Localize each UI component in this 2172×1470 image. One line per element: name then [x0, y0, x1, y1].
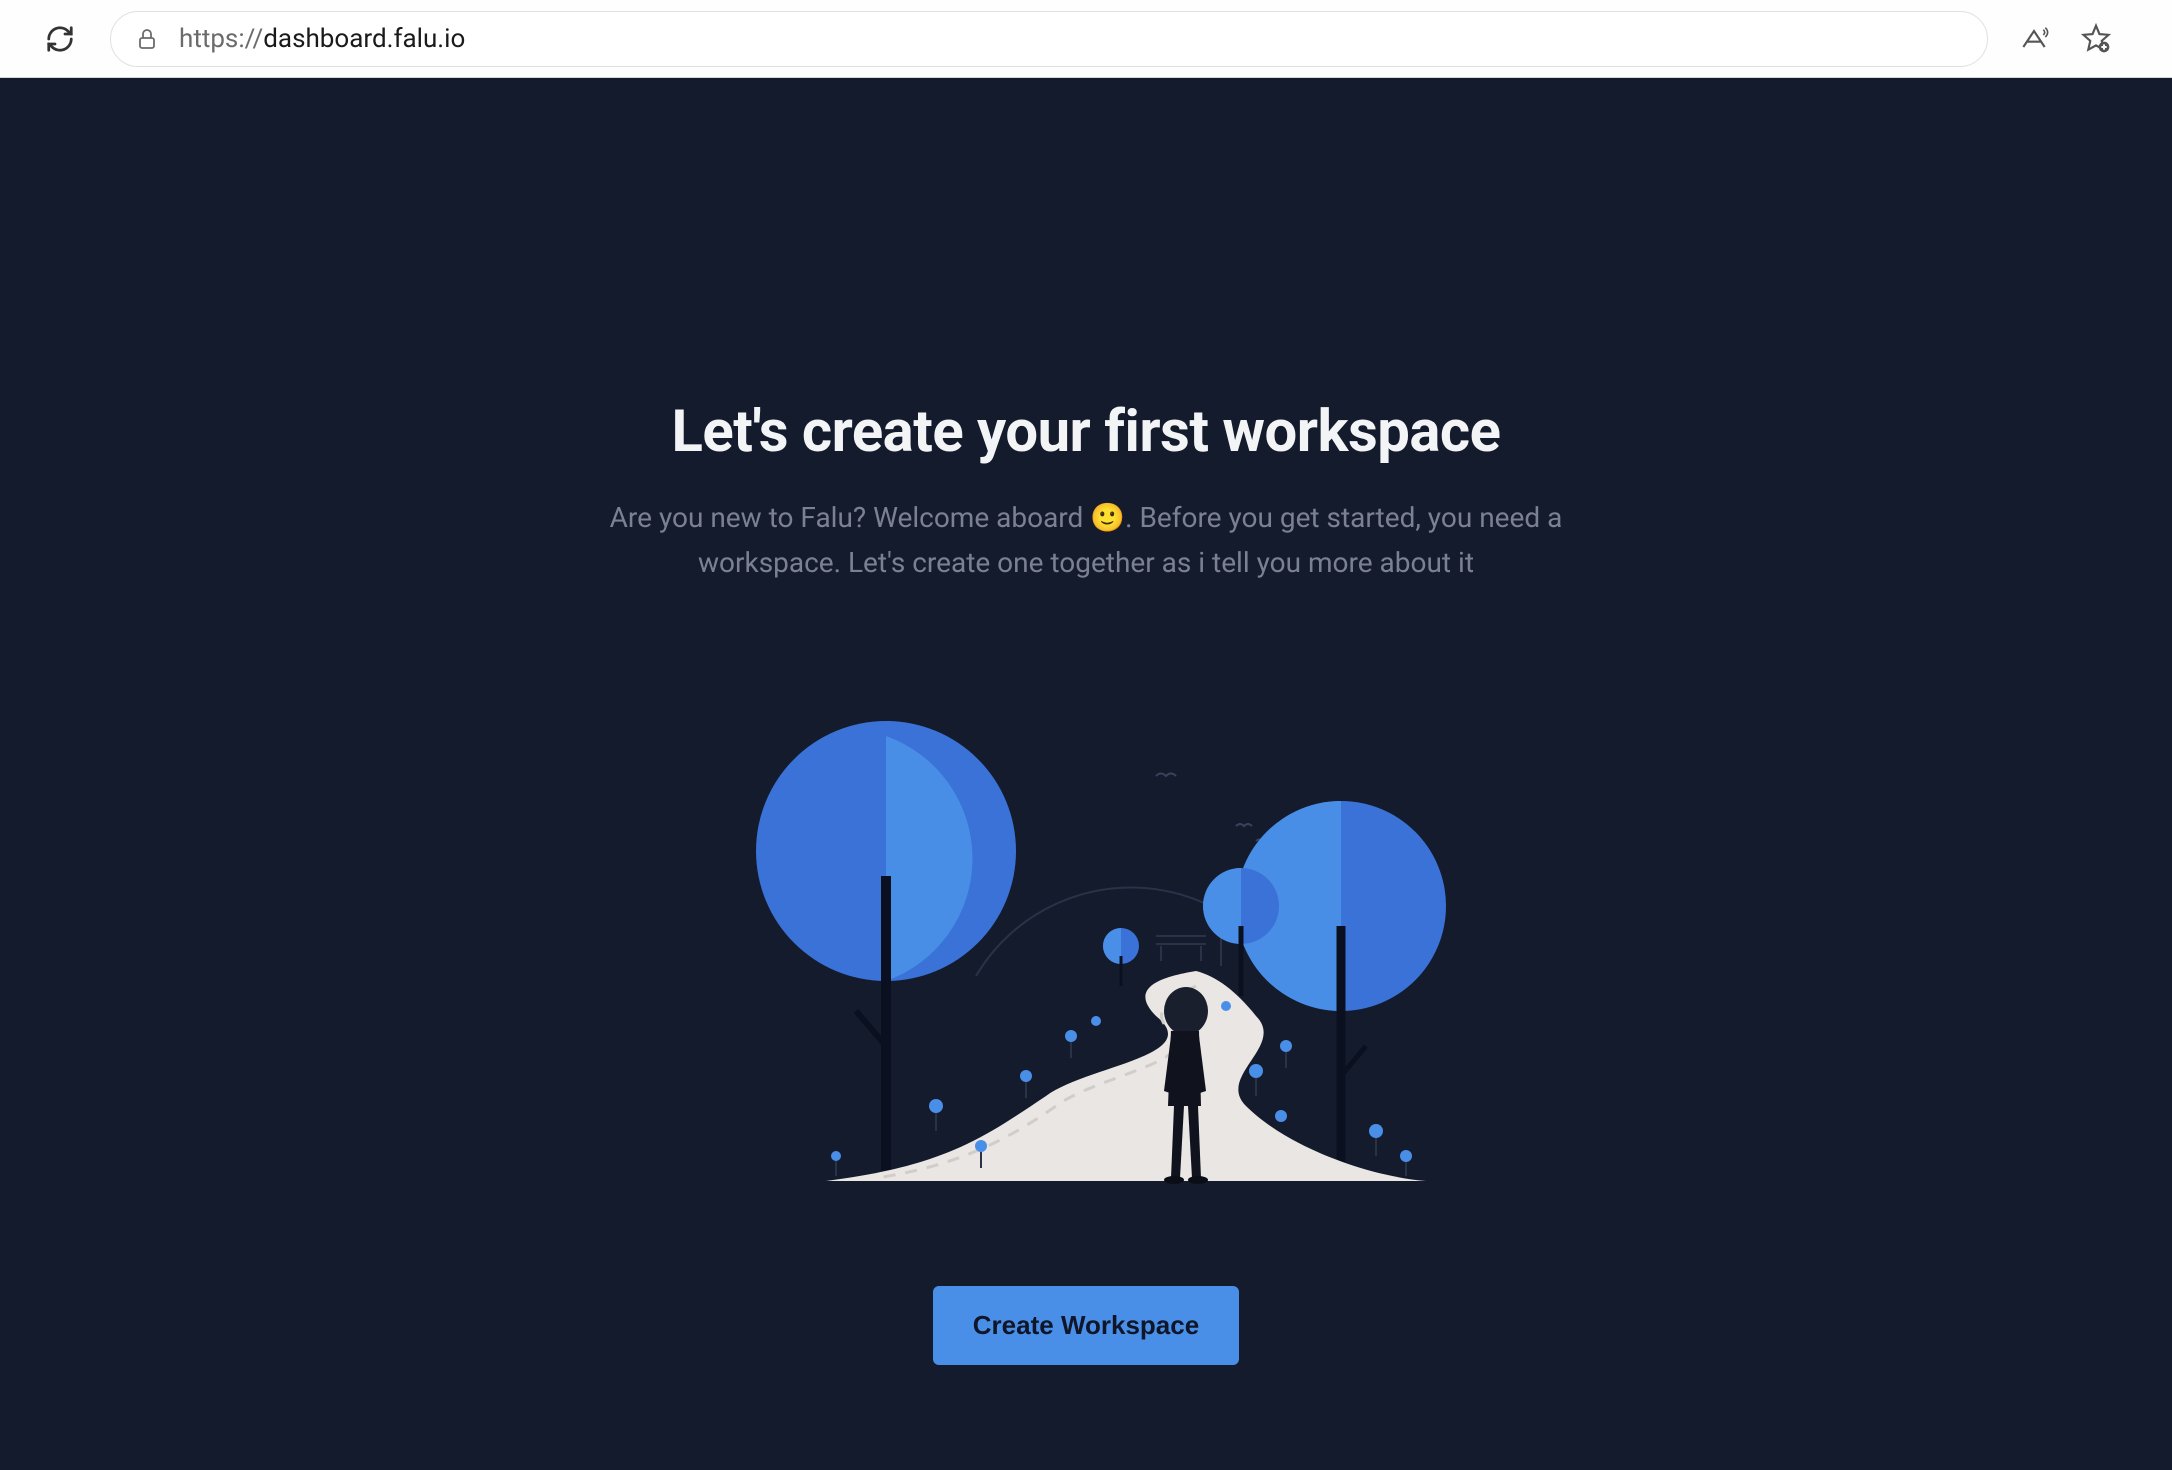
- url-domain: dashboard.falu.io: [263, 24, 465, 54]
- url-prefix: https://: [179, 24, 263, 54]
- browser-chrome: https://dashboard.falu.io: [0, 0, 2172, 78]
- lock-icon: [135, 26, 159, 52]
- content-area: Let's create your first workspace Are yo…: [0, 78, 2172, 1470]
- browser-actions: [2018, 23, 2132, 55]
- page-title: Let's create your first workspace: [672, 398, 1501, 466]
- url-text: https://dashboard.falu.io: [179, 24, 465, 54]
- favorite-icon[interactable]: [2080, 23, 2112, 55]
- create-workspace-button[interactable]: Create Workspace: [933, 1286, 1239, 1365]
- page-subtitle: Are you new to Falu? Welcome aboard 🙂. B…: [606, 496, 1566, 586]
- refresh-button[interactable]: [40, 19, 80, 59]
- address-bar[interactable]: https://dashboard.falu.io: [110, 11, 1988, 67]
- read-aloud-icon[interactable]: [2018, 23, 2050, 55]
- refresh-icon: [45, 24, 75, 54]
- onboarding-illustration: [726, 676, 1446, 1196]
